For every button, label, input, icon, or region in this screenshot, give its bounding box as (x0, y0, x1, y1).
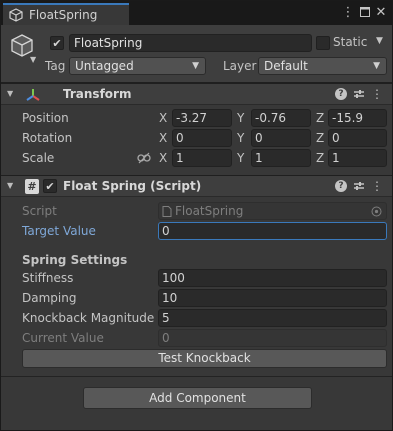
gameobject-header: ▼ ✔ FloatSpring Static ▼ Tag Untagged ▼ … (1, 25, 392, 83)
rotation-z-input[interactable]: 0 (328, 129, 387, 147)
stiffness-label: Stiffness (22, 271, 74, 285)
axis-x-label: X (159, 151, 168, 165)
current-value-label: Current Value (22, 331, 104, 345)
knockback-magnitude-input[interactable]: 5 (158, 309, 387, 327)
stiffness-input[interactable]: 100 (158, 269, 387, 287)
help-icon[interactable]: ? (334, 179, 348, 193)
layer-label: Layer (223, 59, 257, 73)
axis-x-label: X (159, 131, 168, 145)
test-knockback-button[interactable]: Test Knockback (22, 349, 387, 368)
more-vertical-icon[interactable]: ⋮ (370, 179, 384, 193)
scale-z-input[interactable]: 1 (328, 149, 387, 167)
help-icon[interactable]: ? (334, 87, 348, 101)
preset-icon[interactable] (352, 87, 366, 101)
close-icon[interactable]: ✕ (373, 4, 389, 20)
component-enabled-checkbox[interactable]: ✔ (43, 179, 57, 193)
script-file-icon (162, 206, 172, 217)
chevron-down-icon[interactable]: ▼ (30, 55, 36, 64)
rotation-y-input[interactable]: 0 (251, 129, 311, 147)
inspector-window: FloatSpring ⋮ ✕ ▼ ✔ FloatSpring Static ▼… (0, 0, 393, 431)
position-x-input[interactable]: -3.27 (172, 109, 232, 127)
check-icon: ✔ (52, 36, 62, 50)
gameobject-name-input[interactable]: FloatSpring (69, 34, 312, 52)
axis-y-label: Y (237, 131, 245, 145)
foldout-arrow-icon[interactable]: ▼ (7, 89, 13, 98)
preset-icon[interactable] (352, 179, 366, 193)
axis-z-label: Z (316, 151, 325, 165)
damping-label: Damping (22, 291, 77, 305)
scale-x-input[interactable]: 1 (172, 149, 232, 167)
more-vertical-icon[interactable]: ⋮ (370, 87, 384, 101)
script-object-field: FloatSpring (158, 202, 387, 220)
axis-z-label: Z (316, 131, 325, 145)
damping-input[interactable]: 10 (158, 289, 387, 307)
axis-y-label: Y (237, 111, 245, 125)
tab-label: FloatSpring (29, 8, 98, 22)
position-z-input[interactable]: -15.9 (328, 109, 387, 127)
float-spring-title: Float Spring (Script) (63, 179, 202, 193)
layer-value: Default (264, 59, 308, 73)
layer-dropdown[interactable]: Default ▼ (258, 57, 387, 75)
script-label: Script (22, 204, 57, 218)
tag-label: Tag (45, 59, 66, 73)
maximize-icon[interactable] (357, 4, 373, 20)
spring-settings-heading: Spring Settings (22, 253, 128, 267)
divider (1, 376, 392, 377)
static-label: Static (333, 35, 368, 49)
add-component-button[interactable]: Add Component (83, 387, 312, 409)
scale-label: Scale (22, 151, 55, 165)
check-icon: ✔ (45, 179, 55, 193)
csharp-script-icon: # (25, 179, 39, 194)
target-value-input[interactable]: 0 (158, 222, 387, 240)
object-picker-icon (371, 206, 382, 217)
transform-title: Transform (63, 87, 132, 101)
cube-icon (9, 8, 23, 22)
target-value-label: Target Value (22, 224, 96, 238)
transform-header[interactable]: ▼ Transform ? ⋮ (1, 83, 392, 105)
more-vertical-icon[interactable]: ⋮ (340, 4, 356, 20)
knockback-magnitude-label: Knockback Magnitude (22, 311, 155, 325)
chevron-down-icon: ▼ (192, 61, 199, 71)
tag-value: Untagged (75, 59, 134, 73)
position-y-input[interactable]: -0.76 (251, 109, 311, 127)
axis-y-label: Y (237, 151, 245, 165)
active-checkbox[interactable]: ✔ (50, 36, 64, 50)
rotation-x-input[interactable]: 0 (172, 129, 232, 147)
tab-floatspring[interactable]: FloatSpring (3, 3, 129, 25)
axis-z-label: Z (316, 111, 325, 125)
position-label: Position (22, 111, 69, 125)
scale-y-input[interactable]: 1 (251, 149, 311, 167)
chevron-down-icon: ▼ (373, 61, 380, 71)
float-spring-header[interactable]: ▼ # ✔ Float Spring (Script) ? ⋮ (1, 175, 392, 197)
script-value: FloatSpring (175, 204, 244, 218)
transform-axes-icon (26, 89, 40, 101)
static-checkbox[interactable] (316, 36, 330, 50)
constrain-proportions-icon[interactable] (137, 152, 151, 164)
tab-bar: FloatSpring ⋮ ✕ (1, 1, 392, 25)
axis-x-label: X (159, 111, 168, 125)
current-value-field: 0 (158, 329, 387, 347)
tag-dropdown[interactable]: Untagged ▼ (69, 57, 206, 75)
chevron-down-icon[interactable]: ▼ (376, 36, 383, 46)
rotation-label: Rotation (22, 131, 73, 145)
foldout-arrow-icon[interactable]: ▼ (7, 181, 13, 190)
